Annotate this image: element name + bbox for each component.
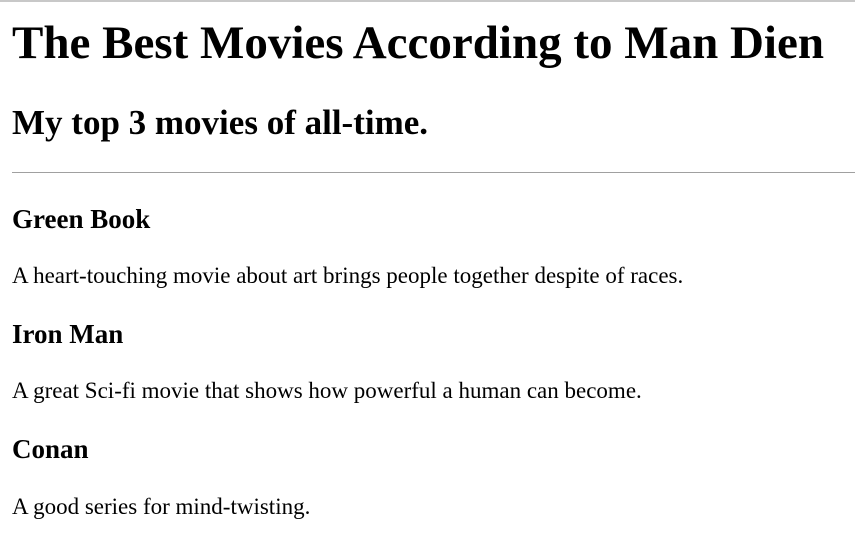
top-border: [0, 0, 855, 2]
page-title: The Best Movies According to Man Dien: [12, 17, 824, 69]
movie-description-green-book: A heart-touching movie about art brings …: [12, 263, 684, 288]
movie-description-iron-man: A great Sci-fi movie that shows how powe…: [12, 378, 642, 403]
movie-title-conan: Conan: [12, 434, 89, 464]
horizontal-rule: [12, 172, 855, 173]
movie-title-green-book: Green Book: [12, 204, 151, 234]
movie-description-conan: A good series for mind-twisting.: [12, 494, 311, 519]
page-subtitle: My top 3 movies of all-time.: [12, 103, 429, 142]
movie-title-iron-man: Iron Man: [12, 319, 124, 349]
